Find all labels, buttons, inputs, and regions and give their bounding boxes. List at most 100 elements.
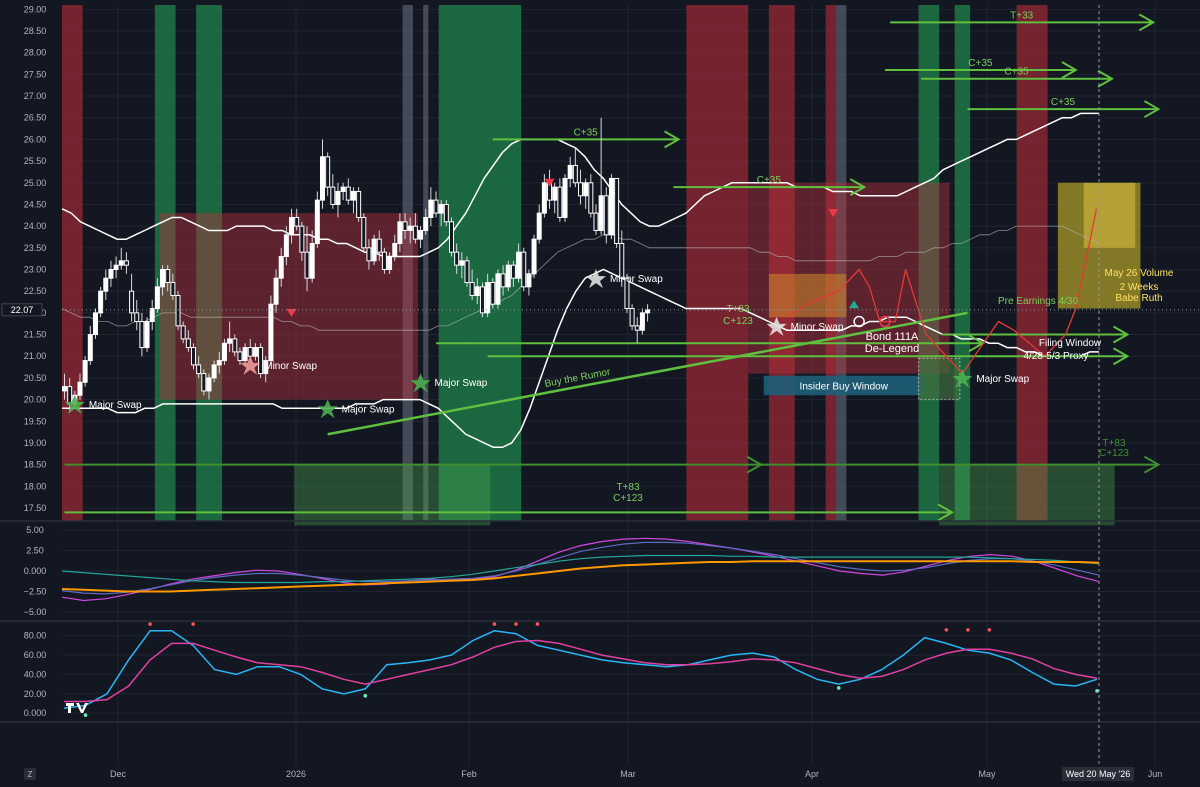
candle (180, 325, 186, 340)
time-tick-label: Feb (461, 769, 477, 779)
swap-label: Minor Swap (264, 361, 317, 372)
candle (562, 177, 568, 218)
candle (588, 182, 594, 214)
candle (67, 386, 73, 405)
candle (583, 182, 589, 197)
candle (567, 164, 573, 179)
price-tick-label: 24.00 (24, 221, 47, 231)
signal-dot (191, 622, 195, 626)
shaded-region (686, 5, 749, 521)
price-tick-label: 20.00 (24, 395, 47, 405)
candle (474, 286, 480, 297)
candle (242, 347, 248, 362)
candle (572, 164, 578, 184)
candle (108, 269, 114, 279)
candle (278, 255, 284, 279)
candle (500, 273, 506, 288)
stoch-tick-label: 0.000 (24, 708, 47, 718)
swap-label: Major Swap (89, 400, 142, 411)
signal-dot (966, 628, 970, 632)
candle (325, 156, 331, 188)
candle (443, 203, 449, 223)
candle (201, 373, 207, 392)
candle (314, 199, 320, 244)
time-tick-label: May (978, 769, 996, 779)
stoch-tick-label: 80.00 (24, 631, 47, 641)
timezone-label: Z (28, 770, 33, 779)
annotation-box (939, 464, 1115, 526)
candle (459, 260, 465, 266)
candle (490, 282, 496, 305)
price-tick-label: 21.50 (24, 330, 47, 340)
arrow-label: C+35 (1051, 97, 1076, 108)
price-tick-label: 28.00 (24, 48, 47, 58)
candle (320, 156, 325, 201)
candle (402, 221, 408, 231)
candle (639, 312, 645, 331)
crosshair-date-label: Wed 20 May '26 (1066, 769, 1131, 779)
shaded-region (62, 5, 83, 521)
candle (165, 269, 171, 284)
candle (247, 347, 253, 357)
candle (634, 325, 640, 331)
arrow-label: C+35 (574, 127, 599, 138)
candle (294, 216, 300, 227)
candle (418, 229, 424, 240)
price-tick-label: 18.50 (24, 460, 47, 470)
price-tick-label: 24.50 (24, 199, 47, 209)
price-tick-label: 29.00 (24, 4, 47, 14)
candle (196, 364, 202, 375)
price-tick-label: 21.00 (24, 351, 47, 361)
candle (366, 247, 372, 262)
stoch-tick-label: 60.00 (24, 650, 47, 660)
candle (211, 364, 217, 379)
candle (392, 242, 398, 257)
c123-label: C+123 (613, 493, 643, 504)
candle (479, 286, 485, 314)
price-tick-label: 22.50 (24, 286, 47, 296)
candle (252, 347, 258, 357)
candle (526, 273, 532, 288)
chart-svg[interactable]: Insider Buy WindowBuy the RumorC+35C+35T… (0, 0, 1200, 782)
annotation-box (1083, 182, 1136, 248)
time-tick-label: Dec (110, 769, 127, 779)
candle (438, 203, 444, 214)
pre-earnings-label: Pre Earnings 4/30 (998, 296, 1078, 307)
stoch-tick-label: 20.00 (24, 689, 47, 699)
candle (485, 282, 491, 314)
swap-label: Major Swap (435, 378, 488, 389)
annotation-box (294, 464, 491, 526)
candle (521, 251, 527, 288)
candle (552, 186, 558, 201)
price-tick-label: 23.50 (24, 243, 47, 253)
price-tick-label: 26.00 (24, 134, 47, 144)
candle (268, 303, 274, 362)
swap-label: Minor Swap (791, 322, 844, 333)
candle (469, 282, 475, 297)
time-tick-label: Mar (620, 769, 636, 779)
candle (629, 308, 635, 327)
candle (361, 216, 367, 249)
bond-subtitle: De-Legend (865, 343, 919, 355)
candle (423, 216, 429, 231)
candle (454, 251, 460, 266)
yellow-box-label: 2 Weeks (1120, 282, 1159, 293)
swap-label: Major Swap (976, 374, 1029, 385)
candle (397, 221, 403, 244)
candle (381, 251, 387, 271)
candle (387, 255, 393, 271)
signal-dot (83, 713, 88, 717)
signal-dot (944, 628, 949, 632)
price-tick-label: 17.50 (24, 503, 47, 513)
candle (345, 186, 351, 201)
price-tick-label: 25.50 (24, 156, 47, 166)
candle (232, 338, 238, 353)
last-price-label: 22.07 (11, 305, 34, 315)
macd-tick-label: 5.00 (26, 525, 44, 535)
shaded-region (423, 5, 429, 521)
chart-container[interactable]: Insider Buy Window Buy the Rumor C+35 C+35 T… (0, 0, 1200, 782)
candle (206, 377, 212, 392)
macd-tick-label: −5.00 (24, 607, 47, 617)
candle (82, 360, 88, 383)
candle (407, 225, 413, 231)
